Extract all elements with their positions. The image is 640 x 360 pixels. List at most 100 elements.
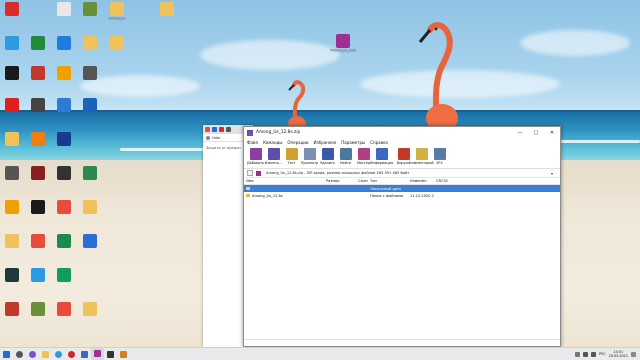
desktop-icon[interactable] [1,98,23,128]
toolbar-button[interactable]: Информация [370,146,393,168]
toolbar-button[interactable]: Извлечь... [265,146,282,168]
desktop-icon[interactable] [1,166,23,196]
taskbar-chrome-button[interactable] [52,348,65,360]
desktop-icon[interactable] [53,2,75,32]
desktop-icon[interactable] [53,66,75,96]
chevron-down-icon[interactable]: ▾ [551,171,557,176]
desktop-icon[interactable] [53,166,75,196]
desktop-icon[interactable] [27,98,49,128]
desktop-icon[interactable] [27,36,49,66]
toolbar-button[interactable]: SFX [431,146,448,168]
column-header[interactable]: Тип [368,179,408,183]
desktop-icon[interactable] [79,166,101,196]
column-header[interactable]: Размер [324,179,356,183]
browser-tab[interactable] [212,127,217,132]
browser-tab[interactable] [226,127,231,132]
column-header[interactable]: Изменён [408,179,434,183]
desktop-icon[interactable] [53,268,75,298]
taskbar-search-button[interactable] [13,348,26,360]
column-header[interactable]: CRC32 [434,179,452,183]
desktop-icon[interactable] [79,200,101,230]
status-bar [244,339,560,346]
column-header[interactable]: Имя [244,179,324,183]
taskbar-app-button[interactable] [78,348,91,360]
toolbar: Добавить Извлечь... Тест Просмотр Удалить Най… [244,146,560,169]
table-row[interactable]: .. Локальный диск [244,185,560,192]
browser-tab[interactable] [219,127,224,132]
desktop-icon[interactable] [53,200,75,230]
menu-item[interactable]: Параметры [341,140,365,145]
desktop-icon[interactable] [79,2,101,32]
maximize-button[interactable]: □ [528,127,544,138]
desktop-icon[interactable] [1,200,23,230]
toolbar-button[interactable]: Просмотр [301,146,318,168]
taskbar-media-button[interactable] [104,348,117,360]
clock[interactable]: 13:01 20.03.2021 [609,350,628,358]
toolbar-button[interactable]: Удалить [319,146,336,168]
desktop-icon[interactable]: Among_Us_12.8s [330,34,356,64]
desktop-icon[interactable] [27,132,49,162]
network-icon[interactable] [583,351,589,357]
app-icon [57,302,71,316]
desktop-icon[interactable] [79,66,101,96]
desktop-icon[interactable] [1,132,23,162]
desktop-icon[interactable] [79,234,101,264]
desktop-icon[interactable] [1,2,23,32]
desktop-icon[interactable] [53,132,75,162]
menu-item[interactable]: Операции [287,140,308,145]
close-button[interactable]: ✕ [544,127,560,138]
menu-item[interactable]: Файл [247,140,258,145]
volume-icon[interactable] [591,351,597,357]
desktop-icon[interactable] [156,2,178,32]
desktop-icon[interactable] [53,234,75,264]
desktop-icon[interactable] [79,98,101,128]
app-icon [160,2,174,16]
desktop-icon[interactable] [1,302,23,332]
browser-tab[interactable] [205,127,210,132]
archive-path-field[interactable]: Among_Us_12.8s.zip - ZIP архив, размер и… [264,170,548,176]
toolbar-button[interactable]: Найти [337,146,354,168]
minimize-button[interactable]: — [512,127,528,138]
menu-item[interactable]: Команды [263,140,282,145]
menu-bar: Файл Команды Операции Избранное Параметры Спр… [244,138,560,146]
desktop-icon[interactable]: among_us [106,2,128,32]
taskbar-yandex-button[interactable] [65,348,78,360]
app-icon [31,302,45,316]
desktop-icon[interactable] [53,36,75,66]
desktop-icon[interactable] [106,36,128,66]
menu-item[interactable]: Справка [370,140,388,145]
language-indicator[interactable]: РУС [599,352,605,356]
desktop-icon[interactable] [27,302,49,332]
desktop-icon[interactable] [79,302,101,332]
desktop-icon[interactable] [1,234,23,264]
chevron-up-icon[interactable] [575,351,581,357]
desktop-icon[interactable] [53,98,75,128]
folder-icon [246,194,250,197]
toolbar-button[interactable]: Добавить [247,146,264,168]
taskbar-winrar-button[interactable] [91,347,104,360]
table-row[interactable]: Among_Us_12.8s Папка с файлами 11.12.2020 … [244,192,560,199]
winrar-titlebar[interactable]: Among_Us_12.8s.zip — □ ✕ [244,127,560,138]
up-folder-button[interactable] [247,170,253,176]
desktop-icon[interactable] [79,36,101,66]
toolbar-button[interactable]: Комментарий [409,146,434,168]
taskbar-start-button[interactable] [0,348,13,360]
taskbar-app2-button[interactable] [117,348,130,360]
notifications-icon[interactable] [631,351,636,357]
winrar-window[interactable]: Among_Us_12.8s.zip — □ ✕ Файл Команды Опер… [243,126,561,347]
desktop-icon[interactable] [1,268,23,298]
app-icon [5,66,19,80]
taskbar-explorer-button[interactable] [39,348,52,360]
desktop-icon[interactable] [27,268,49,298]
taskbar-cortana-button[interactable] [26,348,39,360]
menu-item[interactable]: Избранное [314,140,337,145]
toolbar-button[interactable]: Тест [283,146,300,168]
desktop-icon[interactable] [27,234,49,264]
desktop-icon[interactable] [53,302,75,332]
desktop-icon[interactable] [27,200,49,230]
desktop-icon[interactable] [27,66,49,96]
desktop-icon[interactable] [1,66,23,96]
desktop-icon[interactable] [1,36,23,66]
desktop-icon[interactable] [27,166,49,196]
column-header[interactable]: Сжат [356,179,368,183]
